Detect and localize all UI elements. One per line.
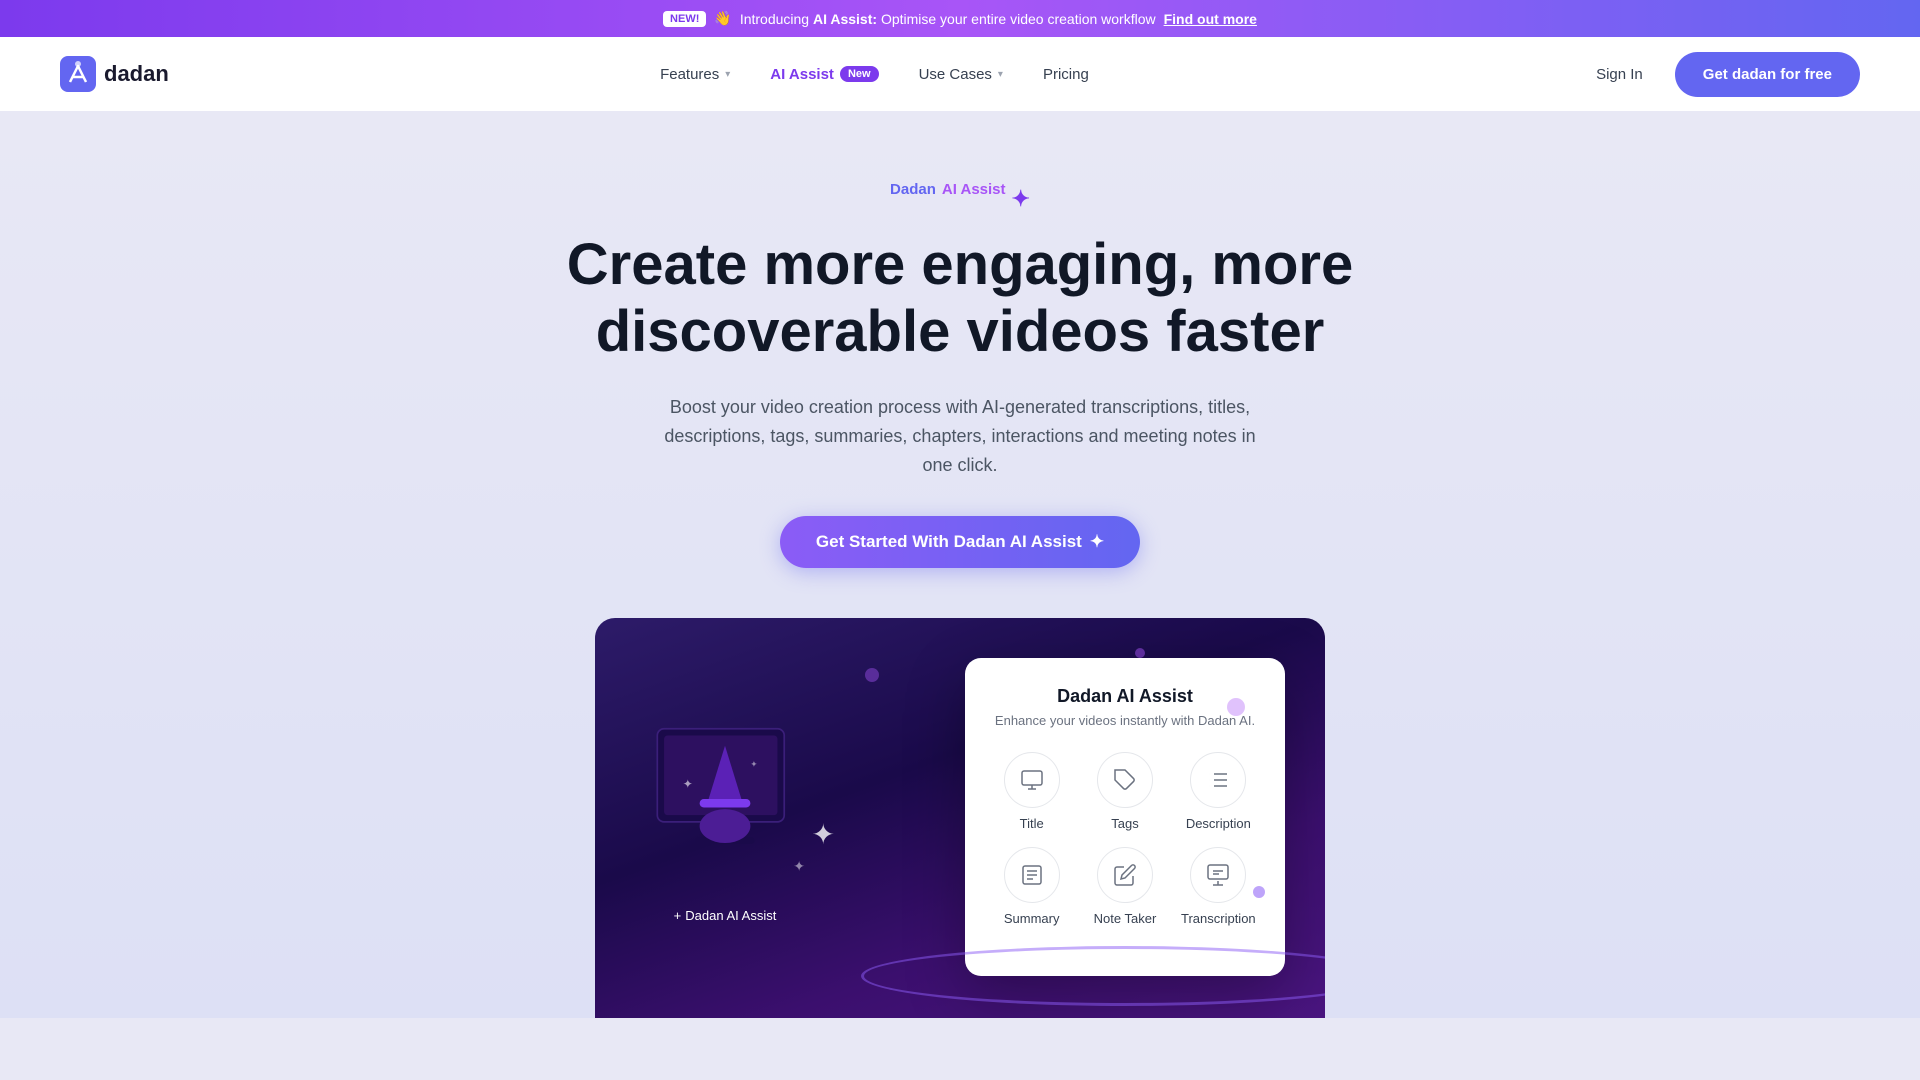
ai-item-tags[interactable]: Tags [1086,752,1163,831]
dot-1 [865,668,879,682]
ai-item-note-taker-label: Note Taker [1094,911,1157,926]
hero-image: ✦ ✦ + Dadan AI Assist ✦ ✦ Dadan AI Assis… [595,618,1325,1018]
ai-assist-new-tag: New [840,66,879,82]
dot-4 [1253,886,1265,898]
nav-right: Sign In Get dadan for free [1580,52,1860,97]
nav-features[interactable]: Features ▾ [644,58,746,91]
use-cases-chevron-icon: ▾ [998,69,1003,80]
subtitle-dadan: Dadan [890,181,936,198]
hero-description: Boost your video creation process with A… [650,393,1270,479]
nav-ai-assist[interactable]: AI Assist New [754,58,894,91]
sparkle-icon: ✦ [1012,186,1030,212]
title-icon [1004,752,1060,808]
ai-item-description[interactable]: Description [1180,752,1257,831]
announcement-bar: NEW! 👋 Introducing AI Assist: Optimise y… [0,0,1920,37]
wizard-figure: ✦ ✦ [635,678,815,898]
ai-item-transcription[interactable]: Transcription [1180,847,1257,926]
features-chevron-icon: ▾ [725,69,730,80]
hero-subtitle: Dadan AI Assist [890,181,1005,198]
hero-cta-label: Get Started With Dadan AI Assist [816,532,1082,552]
ai-item-tags-label: Tags [1111,816,1138,831]
new-badge: NEW! [663,11,706,27]
small-star-icon: ✦ [793,858,805,875]
wizard-label: + Dadan AI Assist [674,908,777,923]
wizard-area: ✦ ✦ + Dadan AI Assist ✦ ✦ [635,658,815,923]
logo[interactable]: dadan [60,56,169,92]
ai-item-description-label: Description [1186,816,1251,831]
ai-item-note-taker[interactable]: Note Taker [1086,847,1163,926]
ai-item-title-label: Title [1020,816,1044,831]
ai-item-title[interactable]: Title [993,752,1070,831]
dot-2 [1135,648,1145,658]
hero-section: Dadan AI Assist ✦ Create more engaging, … [0,111,1920,1018]
description-icon [1190,752,1246,808]
logo-icon [60,56,96,92]
ai-panel-grid: Title Tags [993,752,1257,946]
announcement-emoji: 👋 [714,10,731,27]
nav-pricing[interactable]: Pricing [1027,58,1105,91]
find-out-more-link[interactable]: Find out more [1164,11,1257,27]
nav-links: Features ▾ AI Assist New Use Cases ▾ Pri… [644,58,1105,91]
subtitle-ai: AI Assist [942,181,1006,198]
wizard-label-text: Dadan AI Assist [685,908,776,923]
get-free-button[interactable]: Get dadan for free [1675,52,1860,97]
sign-in-button[interactable]: Sign In [1580,58,1659,91]
note-taker-icon [1097,847,1153,903]
ai-item-summary[interactable]: Summary [993,847,1070,926]
ai-item-summary-label: Summary [1004,911,1060,926]
announcement-text: Introducing AI Assist: Optimise your ent… [740,11,1156,27]
logo-text: dadan [104,61,169,87]
ai-item-transcription-label: Transcription [1181,911,1256,926]
ai-panel-subtitle: Enhance your videos instantly with Dadan… [993,713,1257,728]
summary-icon [1004,847,1060,903]
star-icon: ✦ [812,818,835,851]
transcription-icon [1190,847,1246,903]
svg-text:✦: ✦ [750,759,757,769]
cta-sparkle-icon: ✦ [1090,532,1104,552]
plus-icon: + [674,908,682,923]
hero-cta-button[interactable]: Get Started With Dadan AI Assist ✦ [780,516,1140,568]
hero-subtitle-line: Dadan AI Assist ✦ [20,181,1900,216]
tags-icon [1097,752,1153,808]
svg-text:✦: ✦ [683,777,693,791]
ai-panel-title: Dadan AI Assist [993,686,1257,707]
nav-use-cases[interactable]: Use Cases ▾ [903,58,1019,91]
hero-title: Create more engaging, more discoverable … [510,232,1410,365]
panel-ring [861,946,1325,1006]
navbar: dadan Features ▾ AI Assist New Use Cases… [0,37,1920,111]
dot-3 [1227,698,1245,716]
